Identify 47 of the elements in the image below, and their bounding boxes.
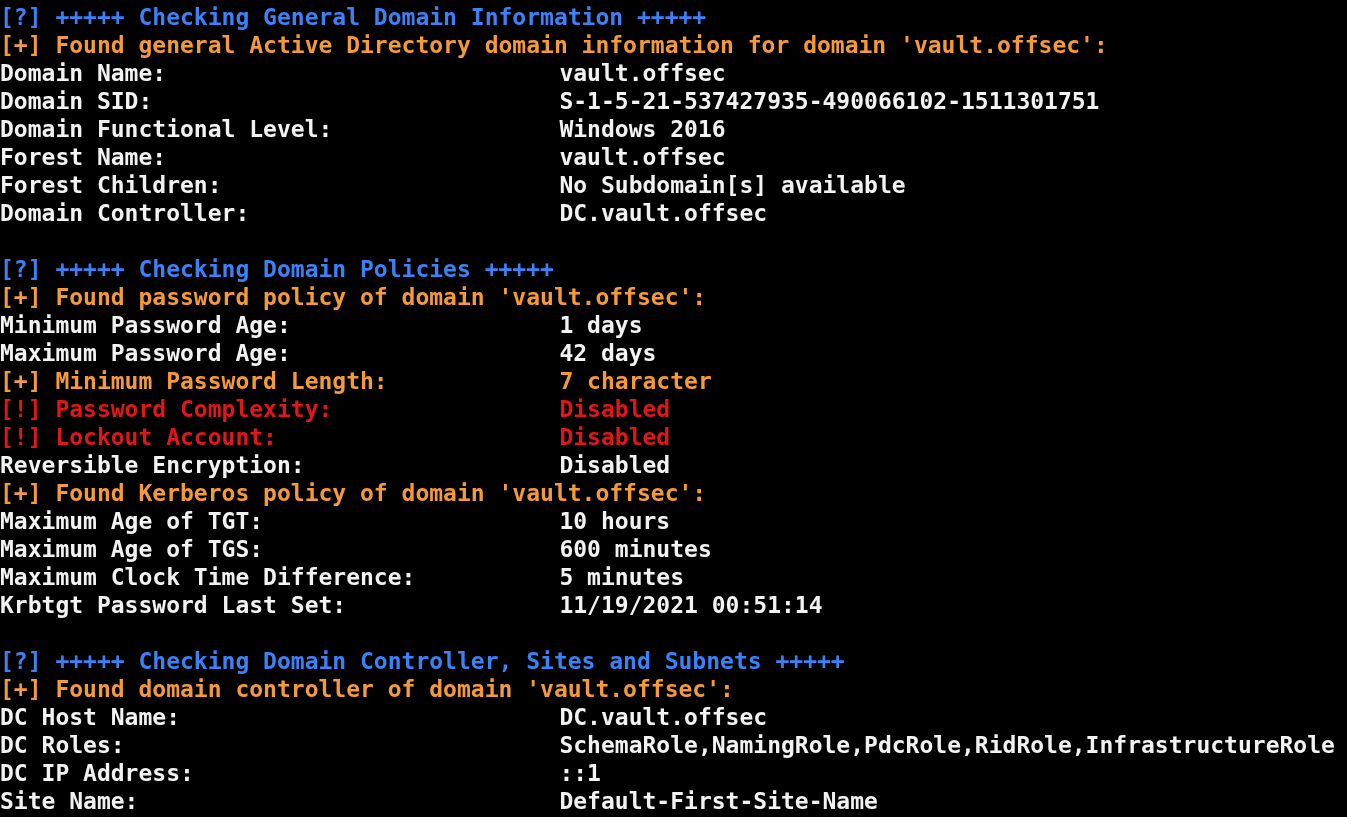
field-value: vault.offsec	[559, 60, 726, 86]
field-label: DC IP Address:	[0, 759, 195, 787]
field-value: 10 hours	[559, 508, 671, 534]
field-value: 600 minutes	[559, 536, 712, 562]
field-label: DC Host Name:	[0, 703, 181, 731]
field-value: Disabled	[559, 396, 671, 422]
field-value: SchemaRole,NamingRole,PdcRole,RidRole,InfrastructureRole	[559, 732, 1335, 758]
field-value: Disabled	[559, 452, 671, 478]
field-value: Windows 2016	[559, 116, 726, 142]
field-value: Disabled	[559, 424, 671, 450]
finding-line: [+] Found Kerberos policy of domain 'vault.offsec':	[0, 480, 707, 506]
field-value: No Subdomain[s] available	[559, 172, 906, 198]
field-label: Domain SID:	[0, 87, 154, 115]
field-value: DC.vault.offsec	[559, 200, 768, 226]
field-value: ::1	[559, 760, 601, 786]
field-value: S-1-5-21-537427935-490066102-1511301751	[559, 88, 1100, 114]
field-label: [!] Lockout Account:	[0, 423, 278, 451]
field-label: [+] Minimum Password Length:	[0, 367, 389, 395]
field-value: 5 minutes	[559, 564, 685, 590]
field-label: Site Name:	[0, 787, 140, 815]
field-label: Reversible Encryption:	[0, 451, 306, 479]
field-value: vault.offsec	[559, 144, 726, 170]
finding-line: [+] Found password policy of domain 'vault.offsec':	[0, 284, 707, 310]
field-label: Domain Functional Level:	[0, 115, 334, 143]
field-label: Domain Controller:	[0, 199, 251, 227]
field-label: DC Roles:	[0, 731, 126, 759]
field-label: Krbtgt Password Last Set:	[0, 591, 348, 619]
field-label: Maximum Age of TGT:	[0, 507, 265, 535]
field-value: Default-First-Site-Name	[559, 788, 878, 814]
section-heading: [?] +++++ Checking Domain Policies +++++	[0, 256, 554, 282]
field-value: 7 character	[559, 368, 712, 394]
field-value: 42 days	[559, 340, 657, 366]
field-label: [!] Password Complexity:	[0, 395, 334, 423]
finding-line: [+] Found domain controller of domain 'vault.offsec':	[0, 676, 734, 702]
field-value: DC.vault.offsec	[559, 704, 768, 730]
field-label: Domain Name:	[0, 59, 168, 87]
field-label: Forest Name:	[0, 143, 168, 171]
field-value: 1 days	[559, 312, 643, 338]
field-label: Maximum Clock Time Difference:	[0, 563, 417, 591]
field-label: Maximum Age of TGS:	[0, 535, 265, 563]
finding-line: [+] Found general Active Directory domain information for domain 'vault.offsec':	[0, 32, 1108, 58]
section-heading: [?] +++++ Checking General Domain Information +++++	[0, 4, 707, 30]
field-label: Forest Children:	[0, 171, 223, 199]
section-heading: [?] +++++ Checking Domain Controller, Sites and Subnets +++++	[0, 648, 845, 674]
field-label: Minimum Password Age:	[0, 311, 292, 339]
field-label: Maximum Password Age:	[0, 339, 292, 367]
field-value: 11/19/2021 00:51:14	[559, 592, 823, 618]
